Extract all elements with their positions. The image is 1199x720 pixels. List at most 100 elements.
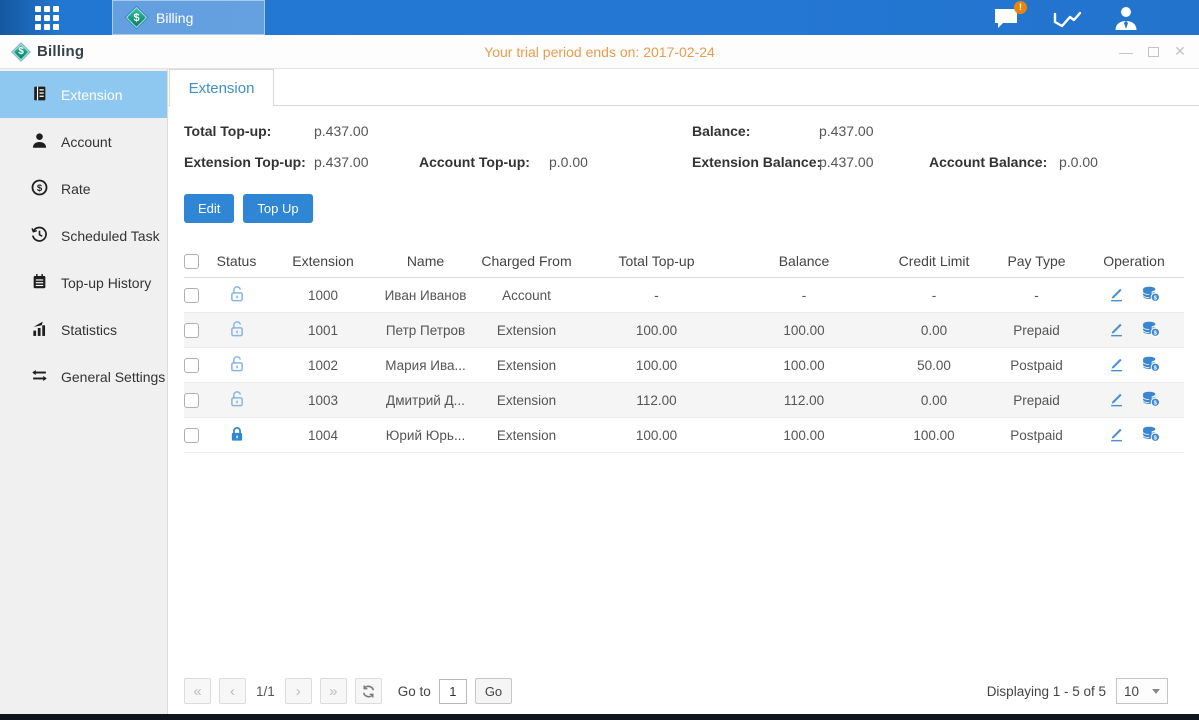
displaying-text: Displaying 1 - 5 of 5 (987, 684, 1106, 699)
sidebar-item-general-settings[interactable]: General Settings (0, 353, 167, 400)
charged-from-cell: Extension (469, 428, 584, 443)
goto-label: Go to (398, 684, 431, 699)
credit-limit-cell: 0.00 (879, 393, 989, 408)
taskbar-tab-billing[interactable]: Billing (112, 0, 265, 35)
name-cell: Иван Иванов (382, 288, 469, 303)
edit-icon[interactable] (1107, 390, 1125, 408)
column-header-pay-type: Pay Type (989, 253, 1084, 269)
chevron-down-icon (1152, 689, 1160, 694)
table-row: 1003Дмитрий Д...Extension112.00112.000.0… (184, 383, 1184, 418)
row-checkbox[interactable] (184, 393, 199, 408)
balance-cell: 100.00 (729, 428, 879, 443)
page-indicator: 1/1 (256, 684, 275, 699)
select-all-checkbox[interactable] (184, 254, 199, 269)
user-account-icon[interactable] (1111, 4, 1149, 32)
topup-coins-icon[interactable]: $ (1141, 355, 1161, 373)
charged-from-cell: Extension (469, 358, 584, 373)
sidebar-item-account[interactable]: Account (0, 118, 167, 165)
sidebar-item-label: Scheduled Task (61, 228, 160, 244)
pay-type-cell: Postpaid (989, 358, 1084, 373)
total-topup-label: Total Top-up: (184, 123, 271, 139)
extension-cell: 1000 (264, 288, 382, 303)
extension-cell: 1004 (264, 428, 382, 443)
pay-type-cell: Prepaid (989, 323, 1084, 338)
account-balance-value: p.0.00 (1059, 154, 1098, 170)
maximize-icon[interactable] (1144, 43, 1162, 61)
app-launcher-icon[interactable] (35, 6, 59, 30)
extension-balance-label: Extension Balance: (692, 154, 821, 170)
refresh-icon[interactable] (355, 678, 382, 704)
unlocked-padlock-icon (228, 291, 246, 306)
column-header-operation: Operation (1084, 253, 1184, 269)
tab-extension[interactable]: Extension (169, 69, 274, 106)
dollar-circle-icon: $ (31, 179, 48, 199)
sidebar-item-rate[interactable]: $Rate (0, 165, 167, 212)
pay-type-cell: - (989, 288, 1084, 303)
taskbar-tab-label: Billing (156, 10, 193, 26)
close-icon[interactable]: ✕ (1171, 43, 1189, 61)
column-header-credit-limit: Credit Limit (879, 253, 989, 269)
messages-icon[interactable]: ! (991, 4, 1029, 32)
total-topup-cell: 100.00 (584, 358, 729, 373)
locked-padlock-icon (228, 431, 246, 446)
first-page-button[interactable]: « (184, 678, 211, 704)
column-header-total-top-up: Total Top-up (584, 253, 729, 269)
next-page-button[interactable]: › (285, 678, 312, 704)
charged-from-cell: Extension (469, 323, 584, 338)
credit-limit-cell: 0.00 (879, 323, 989, 338)
edit-icon[interactable] (1107, 320, 1125, 338)
sidebar-item-top-up-history[interactable]: Top-up History (0, 259, 167, 306)
column-header-charged-from: Charged From (469, 253, 584, 269)
person-icon (31, 132, 48, 152)
account-balance-label: Account Balance: (929, 154, 1047, 170)
edit-icon[interactable] (1107, 425, 1125, 443)
page-size-select[interactable]: 10 (1116, 678, 1168, 704)
row-checkbox[interactable] (184, 428, 199, 443)
topup-coins-icon[interactable]: $ (1141, 285, 1161, 303)
edit-button[interactable]: Edit (184, 194, 234, 223)
notification-badge: ! (1014, 1, 1027, 14)
sliders-icon (31, 367, 48, 387)
analytics-icon[interactable] (1051, 4, 1089, 32)
sidebar-item-extension[interactable]: Extension (0, 71, 167, 118)
minimize-icon[interactable]: — (1117, 43, 1135, 61)
total-topup-value: p.437.00 (314, 123, 369, 139)
account-topup-label: Account Top-up: (419, 154, 530, 170)
sidebar-item-scheduled-task[interactable]: Scheduled Task (0, 212, 167, 259)
charged-from-cell: Extension (469, 393, 584, 408)
edit-icon[interactable] (1107, 355, 1125, 373)
go-button[interactable]: Go (475, 678, 512, 704)
account-topup-value: p.0.00 (549, 154, 588, 170)
charged-from-cell: Account (469, 288, 584, 303)
row-checkbox[interactable] (184, 323, 199, 338)
balance-cell: - (729, 288, 879, 303)
topup-coins-icon[interactable]: $ (1141, 390, 1161, 408)
name-cell: Мария Ива... (382, 358, 469, 373)
sidebar-item-statistics[interactable]: Statistics (0, 306, 167, 353)
total-topup-cell: - (584, 288, 729, 303)
prev-page-button[interactable]: ‹ (219, 678, 246, 704)
trial-notice: Your trial period ends on: 2017-02-24 (0, 44, 1199, 60)
balance-label: Balance: (692, 123, 750, 139)
row-checkbox[interactable] (184, 358, 199, 373)
table-row: 1000Иван ИвановAccount----$ (184, 278, 1184, 313)
pagination-bar: « ‹ 1/1 › » Go to Go Displaying 1 - 5 of… (184, 678, 1185, 704)
table-row: 1004Юрий Юрь...Extension100.00100.00100.… (184, 418, 1184, 453)
last-page-button[interactable]: » (320, 678, 347, 704)
extension-topup-value: p.437.00 (314, 154, 369, 170)
topup-coins-icon[interactable]: $ (1141, 320, 1161, 338)
taskbar: Billing ! (0, 0, 1199, 35)
column-header-balance: Balance (729, 253, 879, 269)
topup-coins-icon[interactable]: $ (1141, 425, 1161, 443)
edit-icon[interactable] (1107, 285, 1125, 303)
topup-button[interactable]: Top Up (243, 194, 312, 223)
sidebar-item-label: General Settings (61, 369, 165, 385)
main-content: Extension Total Top-up: p.437.00 Balance… (168, 69, 1199, 714)
unlocked-padlock-icon (228, 326, 246, 341)
goto-page-input[interactable] (439, 679, 467, 704)
row-checkbox[interactable] (184, 288, 199, 303)
sidebar-item-label: Top-up History (61, 275, 151, 291)
total-topup-cell: 100.00 (584, 428, 729, 443)
history-clock-icon (31, 226, 48, 246)
balance-summary: Total Top-up: p.437.00 Balance: p.437.00… (168, 106, 1199, 190)
